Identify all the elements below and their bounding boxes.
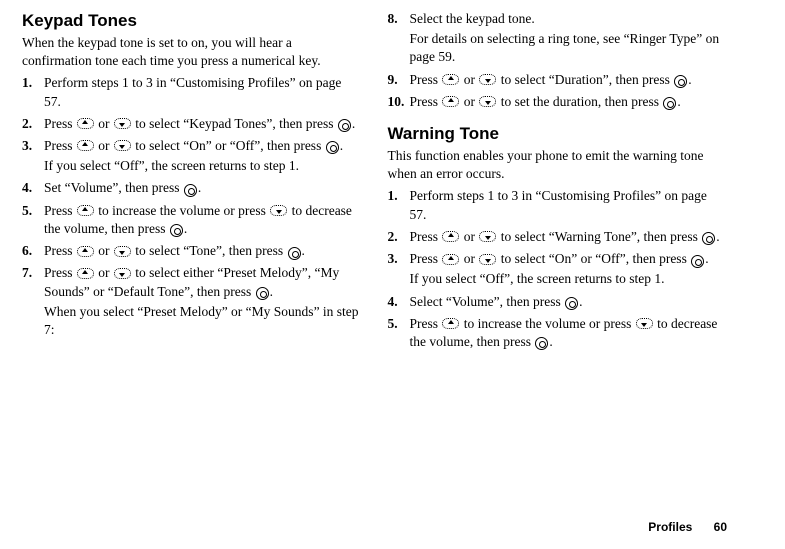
keypad-tones-heading: Keypad Tones [22,10,362,33]
up-button-icon [77,140,94,151]
step-item: 10. Press or to set the duration, then pr… [388,93,728,111]
step-body: Press or to set the duration, then press… [410,94,681,109]
warning-tone-intro: This function enables your phone to emit… [388,147,728,183]
step-item: 5. Press to increase the volume or press … [388,315,728,351]
step-subtext: If you select “Off”, the screen returns … [410,270,728,288]
step-body: Press or to select “Warning Tone”, then … [410,229,720,244]
step-item: 7. Press or to select either “Preset Melo… [22,264,362,339]
step-item: 1. Perform steps 1 to 3 in “Customising P… [22,74,362,110]
step-item: 9. Press or to select “Duration”, then pr… [388,71,728,89]
up-button-icon [77,118,94,129]
center-button-icon [691,255,704,268]
step-body: Press or to select either “Preset Melody… [44,265,339,298]
center-button-icon [170,224,183,237]
step-item: 3. Press or to select “On” or “Off”, then… [22,137,362,175]
warning-tone-steps: 1. Perform steps 1 to 3 in “Customising P… [388,187,728,351]
keypad-tones-intro: When the keypad tone is set to on, you w… [22,34,362,70]
down-button-icon [270,205,287,216]
step-item: 1. Perform steps 1 to 3 in “Customising P… [388,187,728,223]
down-button-icon [114,246,131,257]
center-button-icon [256,287,269,300]
down-button-icon [114,268,131,279]
step-number: 5. [22,202,32,220]
step-body: Set “Volume”, then press . [44,180,201,195]
center-button-icon [535,337,548,350]
step-body: Press to increase the volume or press to… [410,316,718,349]
keypad-tones-steps-cont: 8. Select the keypad tone. For details on … [388,10,728,111]
step-item: 6. Press or to select “Tone”, then press … [22,242,362,260]
down-button-icon [479,96,496,107]
center-button-icon [674,75,687,88]
footer-page-number: 60 [714,520,727,534]
step-body: Press or to select “Keypad Tones”, then … [44,116,355,131]
step-number: 1. [388,187,398,205]
step-body: Press or to select “Duration”, then pres… [410,72,692,87]
step-body: Press or to select “Tone”, then press . [44,243,305,258]
footer-section: Profiles [648,520,692,534]
step-number: 1. [22,74,32,92]
up-button-icon [77,246,94,257]
step-number: 10. [388,93,405,111]
step-item: 3. Press or to select “On” or “Off”, then… [388,250,728,288]
center-button-icon [663,97,676,110]
step-number: 4. [22,179,32,197]
step-number: 6. [22,242,32,260]
step-subtext: If you select “Off”, the screen returns … [44,157,362,175]
step-number: 7. [22,264,32,282]
step-body: Perform steps 1 to 3 in “Customising Pro… [44,75,341,108]
step-body: Select “Volume”, then press . [410,294,583,309]
up-button-icon [77,268,94,279]
step-body: Press to increase the volume or press to… [44,203,352,236]
step-item: 2. Press or to select “Keypad Tones”, the… [22,115,362,133]
step-item: 4. Select “Volume”, then press . [388,293,728,311]
down-button-icon [479,231,496,242]
step-number: 2. [388,228,398,246]
step-number: 8. [388,10,398,28]
up-button-icon [442,254,459,265]
step-subtext: When you select “Preset Melody” or “My S… [44,303,362,339]
down-button-icon [479,74,496,85]
warning-tone-heading: Warning Tone [388,123,728,146]
down-button-icon [114,118,131,129]
down-button-icon [114,140,131,151]
step-body: Press or to select “On” or “Off”, then p… [44,138,343,153]
down-button-icon [479,254,496,265]
step-item: 8. Select the keypad tone. For details on … [388,10,728,67]
up-button-icon [442,318,459,329]
center-button-icon [565,297,578,310]
up-button-icon [442,74,459,85]
center-button-icon [702,232,715,245]
step-item: 2. Press or to select “Warning Tone”, the… [388,228,728,246]
center-button-icon [338,119,351,132]
center-button-icon [288,247,301,260]
center-button-icon [184,184,197,197]
up-button-icon [77,205,94,216]
step-item: 4. Set “Volume”, then press . [22,179,362,197]
step-body: Select the keypad tone. [410,11,535,26]
step-body: Perform steps 1 to 3 in “Customising Pro… [410,188,707,221]
step-item: 5. Press to increase the volume or press … [22,202,362,238]
step-number: 5. [388,315,398,333]
page-columns: Keypad Tones When the keypad tone is set… [22,10,727,355]
left-column: Keypad Tones When the keypad tone is set… [22,10,362,355]
step-number: 9. [388,71,398,89]
center-button-icon [326,141,339,154]
up-button-icon [442,231,459,242]
up-button-icon [442,96,459,107]
step-number: 4. [388,293,398,311]
step-body: Press or to select “On” or “Off”, then p… [410,251,709,266]
step-number: 2. [22,115,32,133]
step-number: 3. [22,137,32,155]
step-subtext: For details on selecting a ring tone, se… [410,30,728,66]
step-number: 3. [388,250,398,268]
down-button-icon [636,318,653,329]
right-column: 8. Select the keypad tone. For details on … [388,10,728,355]
page-footer: Profiles 60 [648,519,727,535]
keypad-tones-steps: 1. Perform steps 1 to 3 in “Customising P… [22,74,362,339]
